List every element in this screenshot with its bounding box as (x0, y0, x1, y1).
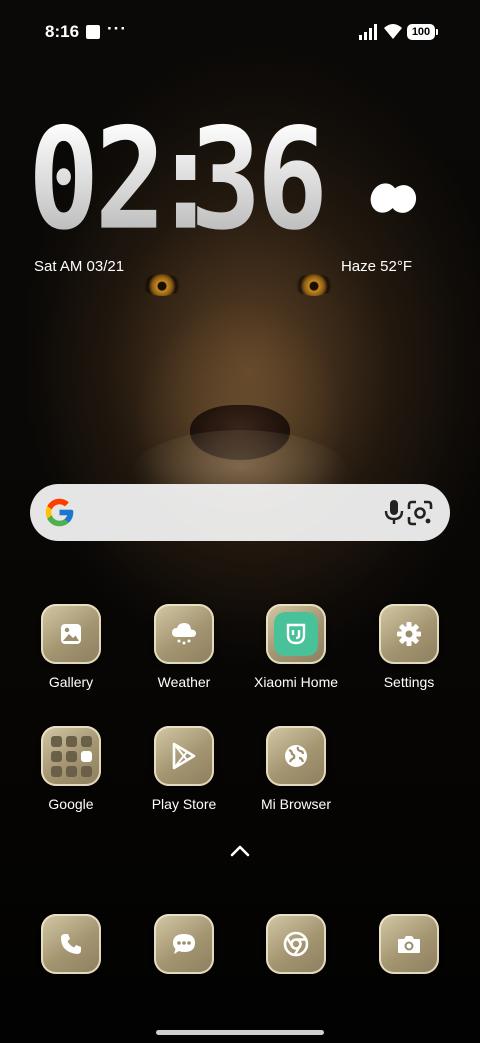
app-label-google: Google (48, 796, 94, 812)
app-drawer-chevron-up-icon[interactable] (229, 843, 251, 859)
dock-chrome[interactable] (241, 914, 351, 974)
chrome-icon (266, 914, 326, 974)
app-mi-browser[interactable]: Mi Browser (241, 726, 351, 812)
weather-label: Haze 52°F (340, 258, 412, 275)
date-label: Sat AM 03/21 (34, 258, 125, 275)
google-logo-icon (45, 498, 74, 527)
microphone-icon[interactable] (382, 498, 406, 526)
app-label-play-store: Play Store (151, 796, 217, 812)
status-bar: 8:16 ··· 100 (0, 0, 480, 64)
battery-level: 100 (411, 26, 431, 38)
app-label-weather: Weather (157, 674, 211, 690)
messages-icon (154, 914, 214, 974)
dock-phone[interactable] (16, 914, 126, 974)
globe-icon (266, 726, 326, 786)
notification-square-icon (86, 25, 100, 39)
app-xiaomi-home[interactable]: Xiaomi Home (241, 604, 351, 690)
clock-minutes: 36 (190, 97, 328, 261)
gallery-icon (41, 604, 101, 664)
status-time: 8:16 (45, 22, 80, 41)
app-label-settings: Settings (383, 674, 435, 690)
phone-icon (41, 914, 101, 974)
camera-icon (379, 914, 439, 974)
more-notifications-indicator: ··· (107, 19, 127, 38)
haze-icon (370, 183, 417, 213)
app-gallery[interactable]: Gallery (16, 604, 126, 690)
home-gesture-bar[interactable] (156, 1030, 324, 1035)
clock-widget[interactable]: 02 : 36 (28, 97, 328, 261)
wifi-icon (384, 24, 402, 39)
weather-cloud-icon (154, 604, 214, 664)
dock-camera[interactable] (354, 914, 464, 974)
app-label-gallery: Gallery (48, 674, 94, 690)
google-search-bar[interactable] (30, 484, 450, 541)
play-store-icon (154, 726, 214, 786)
lion-left-eye (142, 274, 182, 296)
lion-right-eye (294, 274, 334, 296)
google-lens-icon[interactable] (406, 499, 434, 527)
folder-icon (41, 726, 101, 786)
battery-icon: 100 (407, 24, 438, 40)
app-settings[interactable]: Settings (354, 604, 464, 690)
app-label-xiaomi-home: Xiaomi Home (253, 674, 339, 690)
gear-icon (379, 604, 439, 664)
app-folder-google[interactable]: Google (16, 726, 126, 812)
dock-messages[interactable] (129, 914, 239, 974)
signal-icon (359, 24, 377, 40)
app-weather[interactable]: Weather (129, 604, 239, 690)
app-play-store[interactable]: Play Store (129, 726, 239, 812)
xiaomi-home-icon (266, 604, 326, 664)
app-label-mi-browser: Mi Browser (260, 796, 331, 812)
clock-hours: 02 (28, 97, 166, 261)
